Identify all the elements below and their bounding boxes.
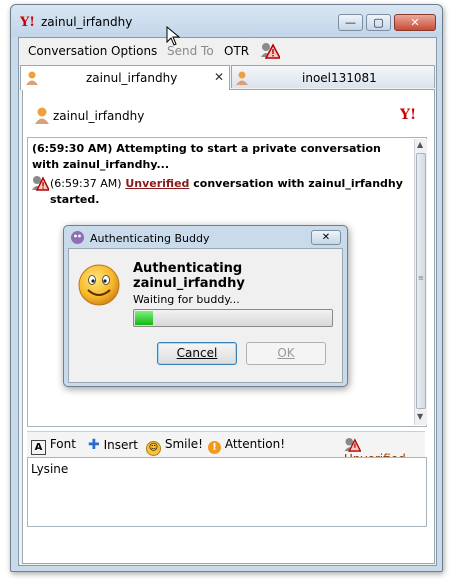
buddy-icon xyxy=(236,71,248,88)
buddy-name: zainul_irfandhy xyxy=(53,109,145,123)
tab-zainul-irfandhy[interactable]: zainul_irfandhy ✕ xyxy=(20,65,230,90)
font-button[interactable]: A Font xyxy=(31,437,76,455)
cancel-button[interactable]: Cancel xyxy=(157,342,237,365)
scroll-up-icon[interactable]: ▲ xyxy=(417,140,423,149)
svg-text:Y!: Y! xyxy=(20,15,35,28)
vertical-scrollbar[interactable]: ▲ ≡ ▼ xyxy=(414,139,427,425)
maximize-button[interactable]: ▢ xyxy=(366,14,391,31)
attention-button[interactable]: ! Attention! xyxy=(208,437,285,454)
pidgin-icon xyxy=(70,230,85,248)
authenticating-dialog: Authenticating Buddy ✕ Authenticating za… xyxy=(63,225,348,387)
menu-conversation[interactable]: Conversation xyxy=(28,44,107,58)
message-input[interactable]: Lysine xyxy=(27,457,427,527)
plus-icon: ✚ xyxy=(88,437,100,453)
yahoo-icon: Y! xyxy=(19,14,36,31)
smiley-icon: ☺ xyxy=(146,441,161,456)
progress-bar xyxy=(133,309,333,327)
scroll-down-icon[interactable]: ▼ xyxy=(417,412,423,421)
dialog-body: Authenticating zainul_irfandhy Waiting f… xyxy=(68,248,343,383)
dialog-title-bar[interactable]: Authenticating Buddy ✕ xyxy=(64,226,347,248)
otr-status-icon xyxy=(344,437,362,452)
menu-bar: Conversation Options Send To OTR xyxy=(19,38,436,62)
tab-inoel131081[interactable]: inoel131081 xyxy=(231,65,435,88)
svg-text:Y!: Y! xyxy=(400,107,416,122)
insert-button[interactable]: ✚ Insert xyxy=(88,437,138,453)
font-icon: A xyxy=(31,440,46,455)
minimize-button[interactable]: — xyxy=(338,14,363,31)
tab-label: inoel131081 xyxy=(302,71,377,85)
buddy-icon xyxy=(26,71,38,88)
log-message-2: (6:59:37 AM) Unverified conversation wit… xyxy=(50,177,403,206)
scroll-grip-icon: ≡ xyxy=(418,274,424,282)
dialog-status-text: Waiting for buddy... xyxy=(133,293,240,306)
otr-unverified-icon[interactable] xyxy=(260,42,282,62)
dialog-close-button[interactable]: ✕ xyxy=(311,230,341,245)
buddy-avatar-icon xyxy=(35,107,49,127)
mouse-cursor-icon xyxy=(166,25,181,49)
window-title: zainul_irfandhy xyxy=(41,15,133,29)
smiley-face-icon xyxy=(77,263,121,310)
scroll-thumb[interactable]: ≡ xyxy=(416,153,426,409)
dialog-title: Authenticating Buddy xyxy=(90,232,210,245)
ok-button[interactable]: OK xyxy=(246,342,326,365)
dialog-heading: Authenticating zainul_irfandhy xyxy=(133,261,245,291)
unverified-link[interactable]: Unverified xyxy=(125,177,189,190)
progress-fill xyxy=(135,311,153,325)
attention-icon: ! xyxy=(208,441,221,454)
menu-options[interactable]: Options xyxy=(111,44,157,58)
yahoo-logo-icon: Y! xyxy=(399,106,420,125)
message-input-text: Lysine xyxy=(31,462,69,476)
tab-strip: zainul_irfandhy ✕ inoel131081 xyxy=(19,65,436,90)
title-bar[interactable]: Y! zainul_irfandhy — ▢ ✕ xyxy=(11,5,442,37)
tab-label: zainul_irfandhy xyxy=(86,71,178,85)
otr-warning-icon xyxy=(32,175,51,194)
log-message-1: (6:59:30 AM) Attempting to start a priva… xyxy=(32,142,381,171)
menu-otr[interactable]: OTR xyxy=(224,44,249,58)
close-button[interactable]: ✕ xyxy=(394,14,436,31)
smile-button[interactable]: ☺ Smile! xyxy=(146,437,203,456)
format-toolbar: A Font ✚ Insert ☺ Smile! ! Attention! xyxy=(27,431,425,466)
tab-close-icon[interactable]: ✕ xyxy=(214,70,224,84)
